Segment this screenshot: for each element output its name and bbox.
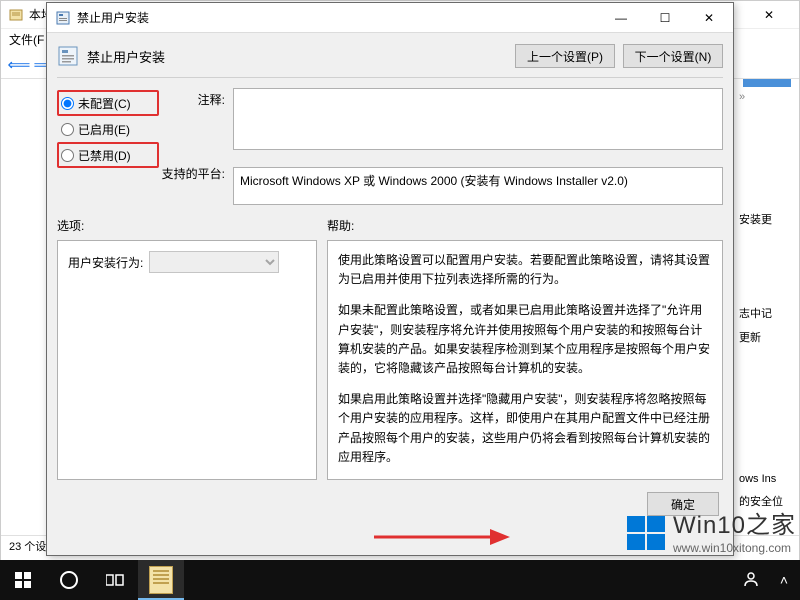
help-paragraph-2: 如果未配置此策略设置，或者如果已启用此策略设置并选择了"允许用户安装"，则安装程… [338, 301, 712, 378]
taskbar[interactable]: ˄ [0, 560, 800, 600]
task-view-button[interactable] [92, 560, 138, 600]
bg-right-panel: » 安装更 志中记 更新 ows Ins 的安全位 [735, 87, 799, 549]
radio-enabled-input[interactable] [61, 123, 74, 136]
prev-setting-button[interactable]: 上一个设置(P) [515, 44, 615, 68]
policy-header-icon [57, 45, 79, 67]
next-setting-button[interactable]: 下一个设置(N) [623, 44, 723, 68]
radio-disabled[interactable]: 已禁用(D) [57, 142, 159, 168]
radio-not-configured-label: 未配置(C) [78, 95, 131, 112]
bg-text-3: 更新 [735, 325, 799, 349]
option-field-label: 用户安装行为: [68, 254, 143, 271]
bg-text-4: ows Ins [735, 469, 799, 489]
radio-not-configured-input[interactable] [61, 97, 74, 110]
separator [57, 77, 723, 78]
platform-text: Microsoft Windows XP 或 Windows 2000 (安装有… [240, 174, 628, 188]
bg-close-button[interactable]: ✕ [747, 8, 791, 22]
policy-editor-icon [9, 8, 23, 22]
bg-text-1: 安装更 [735, 207, 799, 231]
policy-dialog: 禁止用户安装 — ☐ ✕ 禁止用户安装 上一个设置(P) 下一个设置(N) 未配… [46, 2, 734, 556]
dialog-title: 禁止用户安装 [77, 9, 599, 26]
help-paragraph-3: 如果启用此策略设置并选择"隐藏用户安装"，则安装程序将忽略按照每个用户安装的应用… [338, 390, 712, 467]
radio-disabled-input[interactable] [61, 149, 74, 162]
radio-disabled-label: 已禁用(D) [78, 147, 131, 164]
policy-header-title: 禁止用户安装 [87, 47, 515, 66]
watermark-url: www.win10xitong.com [673, 541, 796, 555]
close-button[interactable]: ✕ [687, 4, 731, 32]
people-button[interactable] [730, 570, 772, 591]
status-text: 23 个设 [9, 538, 46, 554]
help-panel[interactable]: 使用此策略设置可以配置用户安装。若要配置此策略设置，请将其设置为已启用并使用下拉… [327, 240, 723, 480]
help-paragraph-1: 使用此策略设置可以配置用户安装。若要配置此策略设置，请将其设置为已启用并使用下拉… [338, 251, 712, 289]
menu-file[interactable]: 文件(F [9, 33, 44, 47]
taskbar-app-notepad[interactable] [138, 560, 184, 600]
cortana-button[interactable] [46, 560, 92, 600]
help-label: 帮助: [327, 217, 354, 234]
bg-text-5: 的安全位 [735, 489, 799, 513]
watermark-brand: Win10之家 [673, 512, 796, 541]
options-label: 选项: [57, 217, 327, 234]
back-arrow-icon[interactable]: ⟸ [9, 55, 29, 75]
maximize-button[interactable]: ☐ [643, 4, 687, 32]
comment-label: 注释: [159, 90, 225, 116]
radio-enabled-label: 已启用(E) [78, 121, 130, 138]
dialog-titlebar[interactable]: 禁止用户安装 — ☐ ✕ [47, 3, 733, 33]
platform-label: 支持的平台: [159, 164, 225, 190]
tray-chevron-icon[interactable]: ˄ [772, 572, 796, 588]
options-panel: 用户安装行为: [57, 240, 317, 480]
chevron-icon: » [735, 87, 799, 107]
bg-header-bar [743, 79, 791, 87]
start-button[interactable] [0, 560, 46, 600]
minimize-button[interactable]: — [599, 4, 643, 32]
radio-not-configured[interactable]: 未配置(C) [57, 90, 159, 116]
windows-logo-icon [625, 512, 669, 556]
watermark: Win10之家 www.win10xitong.com [625, 512, 796, 556]
platform-box: Microsoft Windows XP 或 Windows 2000 (安装有… [233, 167, 723, 205]
radio-enabled[interactable]: 已启用(E) [57, 116, 159, 142]
dialog-icon [55, 10, 71, 26]
comment-textarea[interactable] [233, 88, 723, 150]
bg-text-2: 志中记 [735, 301, 799, 325]
user-install-behavior-select[interactable] [149, 251, 279, 273]
notepad-icon [149, 566, 173, 594]
